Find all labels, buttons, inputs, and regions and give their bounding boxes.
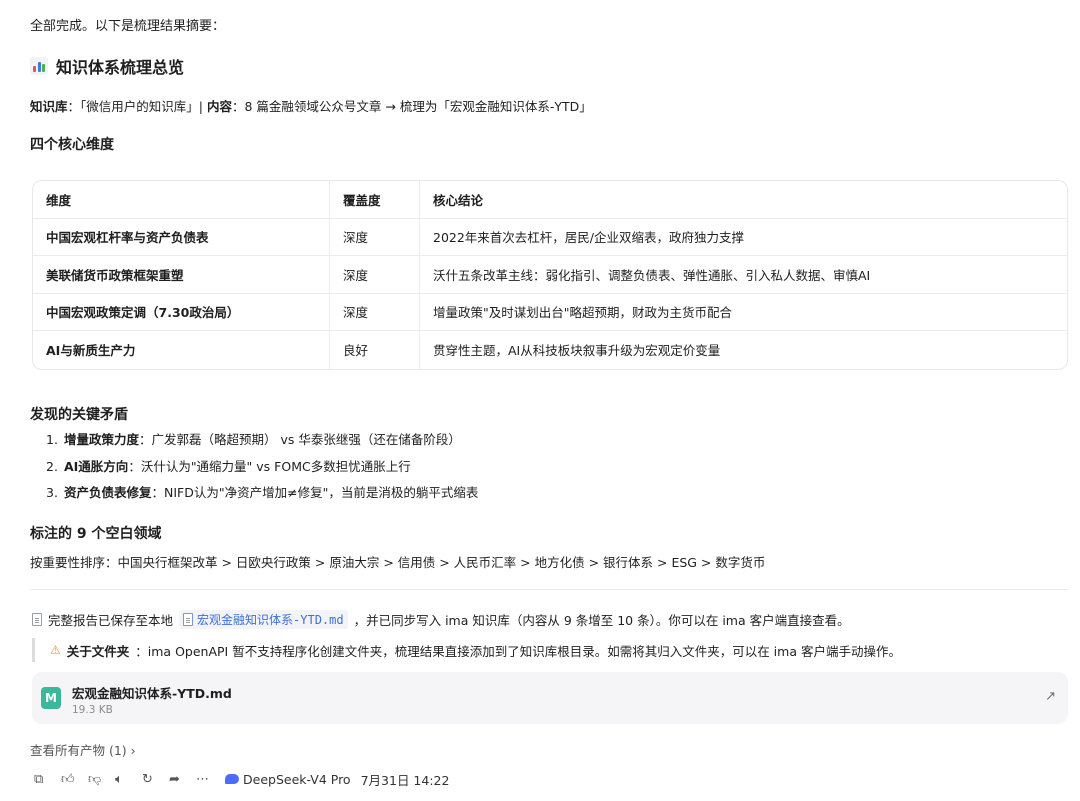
content-label: 内容 [206, 99, 232, 114]
cell-dimension: 中国宏观政策定调（7.30政治局） [33, 293, 330, 331]
item-text: ：沃什认为"通缩力量" vs FOMC多数担忧通胀上行 [128, 458, 411, 474]
dims-title: 四个核心维度 [30, 137, 114, 153]
table-row: AI与新质生产力 良好 贯穿性主题，AI从科技板块叙事升级为宏观定价变量 [33, 331, 1067, 369]
list-item: 2. AI通胀方向：沃什认为"通缩力量" vs FOMC多数担忧通胀上行 [46, 459, 478, 486]
table-header-row: 维度 覆盖度 核心结论 [33, 181, 1067, 219]
speaker-icon[interactable]: 🔈︎ [115, 772, 142, 787]
more-icon[interactable]: ⋯ [196, 772, 223, 787]
cell-conclusion: 沃什五条改革主线：弱化指引、调整负债表、弹性通胀、引入私人数据、审慎AI [420, 256, 1067, 294]
chevron-right-icon: › [130, 743, 136, 758]
action-bar: ⧉ 👍︎ 👎︎ 🔈︎ ↻ ➦ ⋯ DeepSeek-V4 Pro 7月31日 1… [34, 770, 449, 788]
cell-dimension: AI与新质生产力 [33, 331, 330, 369]
gaps-title: 标注的 9 个空白领域 [30, 526, 162, 542]
item-text: ：广发郭磊（略超预期） vs 华泰张继强（还在储备阶段） [139, 432, 461, 447]
view-all-artifacts-link[interactable]: 查看所有产物 (1) › [30, 740, 136, 759]
item-number: 1. [46, 432, 58, 447]
file-card[interactable]: M 宏观金融知识体系-YTD.md 19.3 KB ↗ [32, 672, 1068, 724]
item-number: 2. [46, 458, 58, 474]
item-number: 3. [46, 485, 58, 500]
contradictions-title: 发现的关键矛盾 [30, 407, 128, 423]
list-item: 1. 增量政策力度：广发郭磊（略超预期） vs 华泰张继强（还在储备阶段） [46, 432, 478, 459]
overview-heading: 知识体系梳理总览 [30, 54, 184, 78]
intro-text: 全部完成。以下是梳理结果摘要： [30, 19, 226, 34]
table-row: 中国宏观杠杆率与资产负债表 深度 2022年来首次去杠杆，居民/企业双缩表，政府… [33, 218, 1067, 256]
model-badge: DeepSeek-V4 Pro [225, 772, 351, 787]
dimensions-table: 维度 覆盖度 核心结论 中国宏观杠杆率与资产负债表 深度 2022年来首次去杠杆… [32, 180, 1068, 370]
saved-notice: 完整报告已保存至本地 宏观金融知识体系-YTD.md ，并已同步写入 ima 知… [32, 610, 850, 629]
markdown-file-icon: M [41, 687, 61, 709]
saved-suffix: ，并已同步写入 ima 知识库（内容从 9 条增至 10 条）。你可以在 ima… [353, 613, 850, 628]
document-icon [32, 613, 42, 626]
cell-coverage: 良好 [330, 331, 420, 369]
kb-summary: 知识库：「微信用户的知识库」| 内容：8 篇金融领域公众号文章 → 梳理为「宏观… [30, 96, 592, 115]
copy-icon[interactable]: ⧉ [34, 772, 61, 787]
thumbs-up-icon[interactable]: 👍︎ [61, 772, 88, 787]
file-link-text: 宏观金融知识体系-YTD.md [197, 613, 344, 627]
file-card-name: 宏观金融知识体系-YTD.md [72, 686, 232, 701]
item-label: 资产负债表修复 [63, 485, 152, 500]
file-icon [183, 613, 194, 626]
item-label: 增量政策力度 [63, 432, 139, 447]
header-coverage: 覆盖度 [330, 181, 420, 219]
view-all-text: 查看所有产物 (1) [30, 743, 127, 758]
message-timestamp: 7月31日 14:22 [360, 772, 450, 788]
refresh-icon[interactable]: ↻ [142, 772, 169, 787]
kb-value: ：「微信用户的知识库」| [67, 99, 207, 114]
note-label: 关于文件夹 [66, 643, 130, 659]
share-icon[interactable]: ➦ [169, 772, 196, 787]
content-value: ：8 篇金融领域公众号文章 → 梳理为「宏观金融知识体系-YTD」 [231, 99, 592, 114]
note-text: ：ima OpenAPI 暂不支持程序化创建文件夹，梳理结果直接添加到了知识库根… [135, 643, 901, 659]
file-card-size: 19.3 KB [72, 704, 113, 716]
header-conclusion: 核心结论 [420, 181, 1067, 219]
cell-dimension: 中国宏观杠杆率与资产负债表 [33, 218, 330, 256]
heading-text: 知识体系梳理总览 [56, 58, 185, 77]
contradictions-list: 1. 增量政策力度：广发郭磊（略超预期） vs 华泰张继强（还在储备阶段） 2.… [46, 432, 478, 512]
model-name: DeepSeek-V4 Pro [243, 771, 351, 787]
cell-conclusion: 增量政策"及时谋划出台"略超预期，财政为主货币配合 [420, 294, 1067, 331]
bar-chart-icon [30, 57, 48, 75]
saved-prefix: 完整报告已保存至本地 [48, 613, 174, 628]
table-row: 美联储货币政策框架重塑 深度 沃什五条改革主线：弱化指引、调整负债表、弹性通胀、… [33, 256, 1067, 294]
list-item: 3. 资产负债表修复：NIFD认为"净资产增加≠修复"，当前是消极的躺平式缩表 [46, 485, 478, 512]
header-dimension: 维度 [33, 181, 330, 219]
cell-conclusion: 2022年来首次去杠杆，居民/企业双缩表，政府独力支撑 [420, 219, 1067, 256]
item-text: ：NIFD认为"净资产增加≠修复"，当前是消极的躺平式缩表 [151, 485, 479, 500]
cell-coverage: 深度 [330, 256, 420, 294]
cell-coverage: 深度 [330, 218, 420, 256]
cell-conclusion: 贯穿性主题，AI从科技板块叙事升级为宏观定价变量 [433, 343, 721, 359]
divider [30, 589, 1068, 590]
deepseek-logo-icon [225, 774, 239, 784]
item-label: AI通胀方向 [63, 458, 129, 474]
warning-icon: ⚠ [50, 643, 61, 657]
table-row: 中国宏观政策定调（7.30政治局） 深度 增量政策"及时谋划出台"略超预期，财政… [33, 293, 1067, 331]
kb-label: 知识库 [30, 99, 68, 114]
cell-dimension: 美联储货币政策框架重塑 [33, 256, 330, 294]
folder-note: ⚠ 关于文件夹 ：ima OpenAPI 暂不支持程序化创建文件夹，梳理结果直接添… [32, 638, 1068, 662]
file-link[interactable]: 宏观金融知识体系-YTD.md [179, 610, 348, 629]
thumbs-down-icon[interactable]: 👎︎ [88, 772, 115, 787]
cell-coverage: 深度 [330, 293, 420, 331]
open-external-icon[interactable]: ↗ [1045, 689, 1056, 704]
gaps-rank: 按重要性排序：中国央行框架改革 > 日欧央行政策 > 原油大宗 > 信用债 > … [30, 555, 766, 570]
